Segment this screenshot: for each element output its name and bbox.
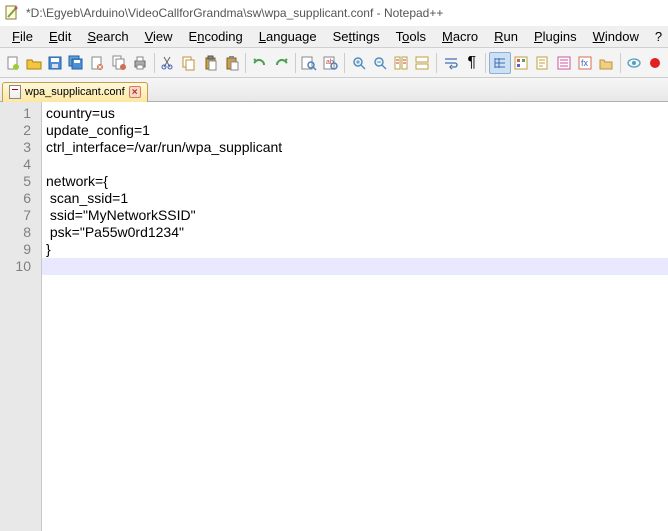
menu-plugins[interactable]: Plugins [526, 27, 585, 46]
menu-help[interactable]: ? [647, 27, 668, 46]
undo-button[interactable] [249, 52, 270, 74]
modified-file-icon [9, 85, 21, 99]
menu-window[interactable]: Window [585, 27, 647, 46]
code-line[interactable]: scan_ssid=1 [42, 190, 668, 207]
monitor-button[interactable] [624, 52, 645, 74]
line-number: 8 [0, 224, 41, 241]
code-area[interactable]: country=usupdate_config=1ctrl_interface=… [42, 102, 668, 531]
folder-button[interactable] [595, 52, 616, 74]
docmap-button[interactable] [532, 52, 553, 74]
app-icon [4, 5, 20, 21]
title-bar: *D:\Egyeb\Arduino\VideoCallforGrandma\sw… [0, 0, 668, 26]
menu-search[interactable]: Search [79, 27, 136, 46]
code-line[interactable]: network={ [42, 173, 668, 190]
menu-language[interactable]: Language [251, 27, 325, 46]
find-button[interactable] [299, 52, 320, 74]
paste2-button[interactable] [221, 52, 242, 74]
separator [245, 53, 246, 73]
code-line[interactable]: ctrl_interface=/var/run/wpa_supplicant [42, 139, 668, 156]
menu-edit[interactable]: Edit [41, 27, 79, 46]
separator [154, 53, 155, 73]
line-number-gutter: 12345678910 [0, 102, 42, 531]
doclist-button[interactable] [553, 52, 574, 74]
separator [485, 53, 486, 73]
wordwrap-button[interactable] [440, 52, 461, 74]
menu-settings[interactable]: Settings [325, 27, 388, 46]
zoom-in-button[interactable] [348, 52, 369, 74]
code-line[interactable]: } [42, 241, 668, 258]
allchars-button[interactable]: ¶ [461, 52, 482, 74]
editor-area: 12345678910 country=usupdate_config=1ctr… [0, 102, 668, 531]
new-file-button[interactable] [2, 52, 23, 74]
line-number: 9 [0, 241, 41, 258]
menu-file[interactable]: File [4, 27, 41, 46]
copy-button[interactable] [179, 52, 200, 74]
svg-text:fx: fx [581, 58, 589, 68]
separator [344, 53, 345, 73]
line-number: 2 [0, 122, 41, 139]
line-number: 1 [0, 105, 41, 122]
code-line[interactable]: country=us [42, 105, 668, 122]
close-file-button[interactable] [87, 52, 108, 74]
line-number: 5 [0, 173, 41, 190]
menu-view[interactable]: View [137, 27, 181, 46]
line-number: 7 [0, 207, 41, 224]
tab-bar: wpa_supplicant.conf × [0, 78, 668, 102]
menu-run[interactable]: Run [486, 27, 526, 46]
line-number: 10 [0, 258, 41, 275]
separator [295, 53, 296, 73]
line-number: 6 [0, 190, 41, 207]
window-title: *D:\Egyeb\Arduino\VideoCallforGrandma\sw… [26, 6, 443, 20]
sync-v-button[interactable] [391, 52, 412, 74]
udlang-button[interactable] [511, 52, 532, 74]
save-all-button[interactable] [66, 52, 87, 74]
code-line[interactable] [42, 156, 668, 173]
print-button[interactable] [129, 52, 150, 74]
sync-h-button[interactable] [412, 52, 433, 74]
menu-encoding[interactable]: Encoding [181, 27, 251, 46]
menu-tools[interactable]: Tools [388, 27, 434, 46]
record-button[interactable] [645, 52, 666, 74]
code-line[interactable]: ssid="MyNetworkSSID" [42, 207, 668, 224]
separator [620, 53, 621, 73]
paste-button[interactable] [200, 52, 221, 74]
code-line[interactable]: psk="Pa55w0rd1234" [42, 224, 668, 241]
replace-button[interactable]: ab [320, 52, 341, 74]
file-tab[interactable]: wpa_supplicant.conf × [2, 82, 148, 102]
close-tab-button[interactable]: × [129, 86, 141, 98]
code-line[interactable] [42, 258, 668, 275]
redo-button[interactable] [271, 52, 292, 74]
separator [436, 53, 437, 73]
cut-button[interactable] [157, 52, 178, 74]
menu-macro[interactable]: Macro [434, 27, 486, 46]
code-line[interactable]: update_config=1 [42, 122, 668, 139]
open-file-button[interactable] [23, 52, 44, 74]
menu-bar: File Edit Search View Encoding Language … [0, 26, 668, 48]
line-number: 3 [0, 139, 41, 156]
line-number: 4 [0, 156, 41, 173]
save-button[interactable] [44, 52, 65, 74]
zoom-out-button[interactable] [369, 52, 390, 74]
funclist-button[interactable]: fx [574, 52, 595, 74]
toolbar: ab ¶ fx [0, 48, 668, 78]
indent-guide-button[interactable] [489, 52, 510, 74]
close-all-button[interactable] [108, 52, 129, 74]
tab-label: wpa_supplicant.conf [25, 86, 125, 98]
